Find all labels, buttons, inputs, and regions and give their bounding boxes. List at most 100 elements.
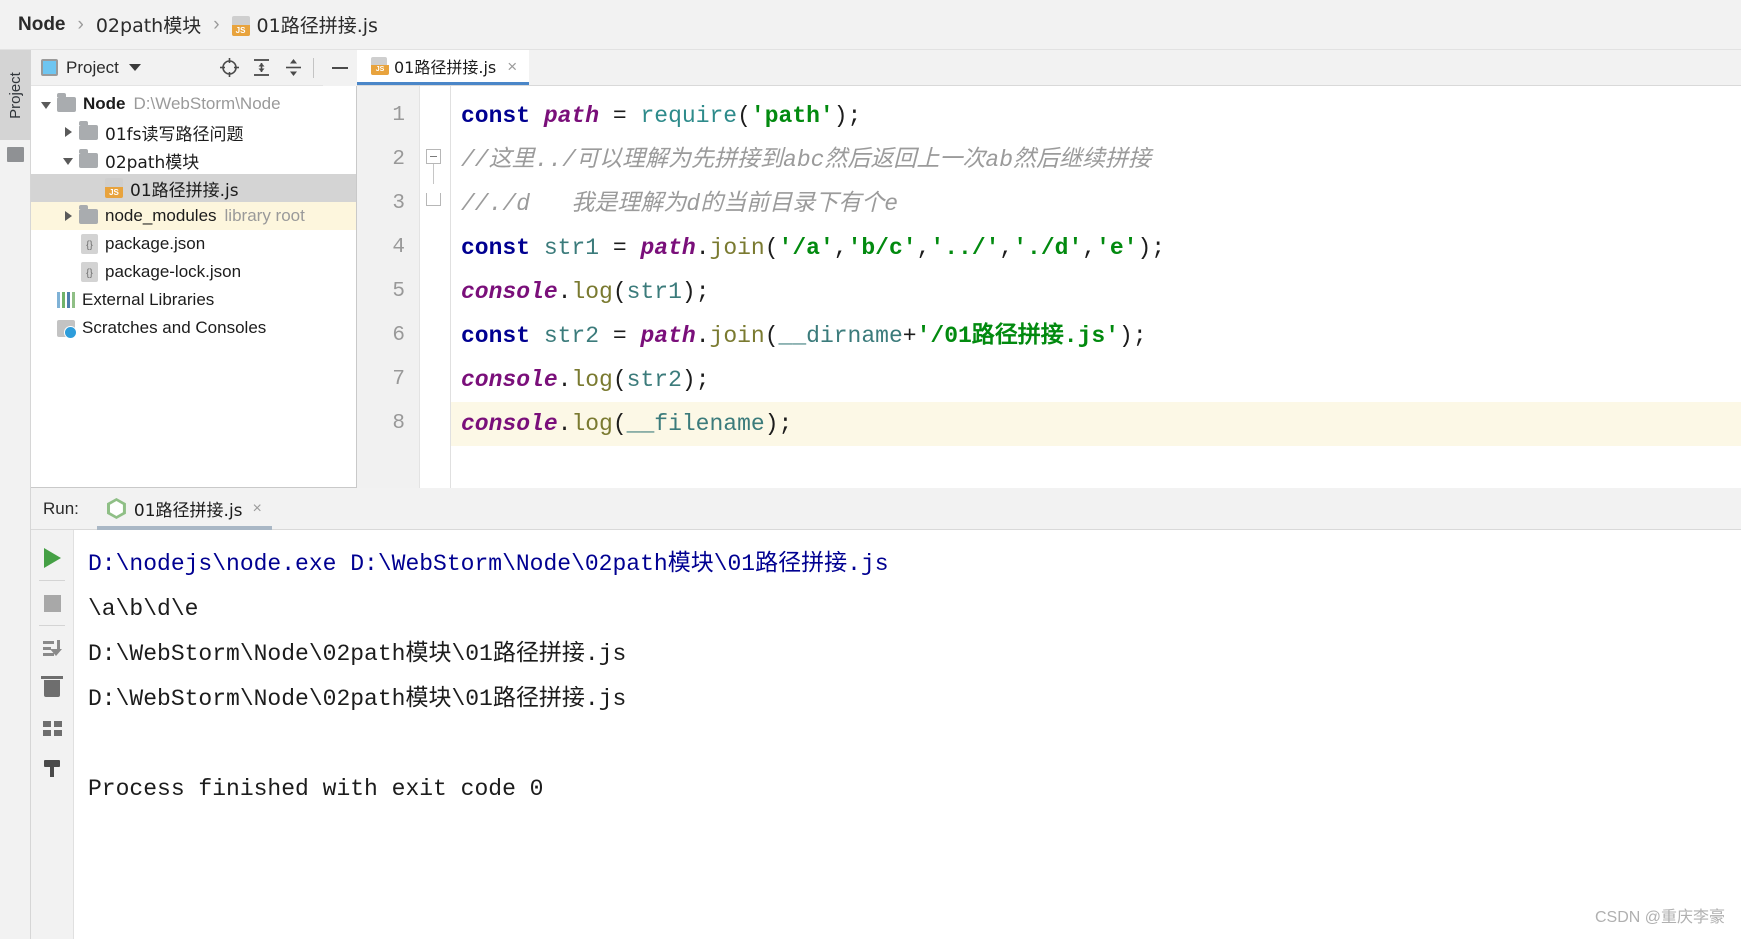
- code-token: (: [764, 235, 779, 261]
- breadcrumb-item-file[interactable]: 01路径拼接.js: [231, 11, 378, 38]
- locate-target-icon[interactable]: [213, 53, 245, 83]
- run-body: D:\nodejs\node.exe D:\WebStorm\Node\02pa…: [31, 530, 1741, 939]
- minimize-icon[interactable]: [323, 50, 357, 86]
- collapse-all-icon[interactable]: [277, 53, 309, 83]
- soft-wrap-icon[interactable]: [31, 628, 73, 668]
- collapse-all-glyph: [285, 59, 301, 76]
- pin-glyph: [44, 759, 60, 777]
- code-text[interactable]: const path = require('path'); //这里../可以理解…: [450, 86, 1741, 488]
- tree-row[interactable]: Node D:\WebStorm\Node: [31, 90, 356, 118]
- code-line[interactable]: //./d 我是理解为d的当前目录下有个e: [451, 182, 1741, 226]
- toolbar-divider: [313, 57, 314, 78]
- project-icon: [41, 59, 58, 76]
- code-token: join: [709, 323, 765, 349]
- project-panel-header: Project: [31, 50, 356, 86]
- tree-row[interactable]: {} package-lock.json: [31, 258, 356, 286]
- run-icon[interactable]: [31, 538, 73, 578]
- soft-wrap-glyph: [42, 640, 62, 656]
- fold-end-icon[interactable]: [426, 193, 441, 206]
- run-panel-header: Run: 01路径拼接.js ×: [31, 488, 1741, 530]
- code-token: );: [1137, 235, 1166, 261]
- structure-icon[interactable]: [7, 147, 24, 162]
- code-folding-gutter[interactable]: [420, 86, 450, 488]
- code-line[interactable]: const str1 = path.join('/a','b/c','../',…: [451, 226, 1741, 270]
- json-file-icon: {}: [81, 262, 98, 282]
- tree-item-label: package.json: [105, 234, 206, 253]
- print-icon[interactable]: [31, 708, 73, 748]
- expand-all-glyph: [253, 59, 269, 76]
- code-token: const: [461, 235, 531, 261]
- code-token: (: [737, 103, 751, 129]
- nodejs-icon: [106, 498, 126, 519]
- breadcrumb-item-project[interactable]: Node: [18, 14, 66, 36]
- run-tab[interactable]: 01路径拼接.js ×: [96, 488, 272, 530]
- project-strip-label: Project: [7, 71, 24, 119]
- tree-row[interactable]: 02path模块: [31, 146, 356, 174]
- code-line[interactable]: console.log(__filename);: [451, 402, 1741, 446]
- clear-all-icon[interactable]: [31, 668, 73, 708]
- chevron-right-icon[interactable]: [64, 211, 72, 221]
- fold-region-line: [433, 164, 434, 184]
- js-file-icon: [371, 57, 389, 75]
- code-line[interactable]: const str2 = path.join(__dirname+'/01路径拼…: [451, 314, 1741, 358]
- chevron-right-icon[interactable]: [64, 127, 72, 137]
- tree-row[interactable]: {} package.json: [31, 230, 356, 258]
- code-token: __dirname: [778, 323, 903, 349]
- chevron-down-icon[interactable]: [63, 158, 73, 165]
- code-token: str2: [626, 367, 682, 393]
- console-command-line[interactable]: D:\nodejs\node.exe D:\WebStorm\Node\02pa…: [88, 542, 1741, 587]
- tree-item-label: package-lock.json: [105, 262, 242, 281]
- tree-row[interactable]: Scratches and Consoles: [31, 314, 356, 342]
- sidebar-item-project[interactable]: Project: [0, 50, 31, 140]
- pin-icon[interactable]: [31, 748, 73, 788]
- toolbar-divider: [39, 625, 65, 626]
- folder-icon: [79, 204, 98, 224]
- close-icon[interactable]: ×: [253, 500, 262, 518]
- code-line[interactable]: console.log(str2);: [451, 358, 1741, 402]
- tree-row-selected[interactable]: 01路径拼接.js: [31, 174, 356, 202]
- expand-all-icon[interactable]: [245, 53, 277, 83]
- breadcrumb-item-folder[interactable]: 02path模块: [96, 11, 201, 38]
- line-number: 7: [392, 368, 405, 391]
- tree-item-label: External Libraries: [82, 290, 215, 309]
- fold-toggle-icon[interactable]: [426, 149, 441, 164]
- library-icon: [57, 292, 75, 308]
- chevron-down-icon[interactable]: [128, 64, 141, 71]
- line-number: 8: [392, 412, 405, 435]
- console-output-line: Process finished with exit code 0: [88, 776, 544, 802]
- close-icon[interactable]: ×: [507, 58, 517, 75]
- code-area[interactable]: 1 2 3 4 5 6 7 8 const path = require('pa…: [357, 86, 1741, 488]
- console-output[interactable]: D:\nodejs\node.exe D:\WebStorm\Node\02pa…: [74, 530, 1741, 939]
- tree-item-path: D:\WebStorm\Node: [133, 94, 281, 113]
- grid-glyph: [42, 720, 62, 736]
- code-token: str1: [626, 279, 682, 305]
- line-number-gutter: 1 2 3 4 5 6 7 8: [357, 86, 420, 488]
- code-token: .: [557, 411, 572, 437]
- code-line[interactable]: console.log(str1);: [451, 270, 1741, 314]
- project-panel-title: Project: [66, 57, 119, 77]
- folder-icon: [79, 148, 98, 168]
- editor-tabs: 01路径拼接.js ×: [357, 50, 1741, 86]
- code-token: path: [543, 103, 600, 129]
- console-output-line: \a\b\d\e: [88, 596, 199, 622]
- code-line[interactable]: const path = require('path');: [451, 94, 1741, 138]
- tab-01路径拼接-js[interactable]: 01路径拼接.js ×: [357, 50, 530, 85]
- chevron-down-icon[interactable]: [41, 102, 51, 109]
- code-token: 'b/c': [847, 235, 917, 261]
- line-number: 3: [392, 192, 405, 215]
- code-token: require: [640, 103, 738, 129]
- code-token: =: [612, 235, 627, 261]
- code-token: '/01路径拼接.js': [916, 323, 1120, 349]
- code-line[interactable]: //这里../可以理解为先拼接到abc然后返回上一次ab然后继续拼接: [451, 138, 1741, 182]
- stop-icon[interactable]: [31, 583, 73, 623]
- tree-row[interactable]: 01fs读写路径问题: [31, 118, 356, 146]
- code-token: console: [461, 411, 558, 437]
- tree-row[interactable]: node_modules library root: [31, 202, 356, 230]
- run-tab-label: 01路径拼接.js: [133, 501, 243, 521]
- code-token: //这里../可以理解为先拼接到abc然后返回上一次ab然后继续拼接: [461, 147, 1152, 173]
- tree-row[interactable]: External Libraries: [31, 286, 356, 314]
